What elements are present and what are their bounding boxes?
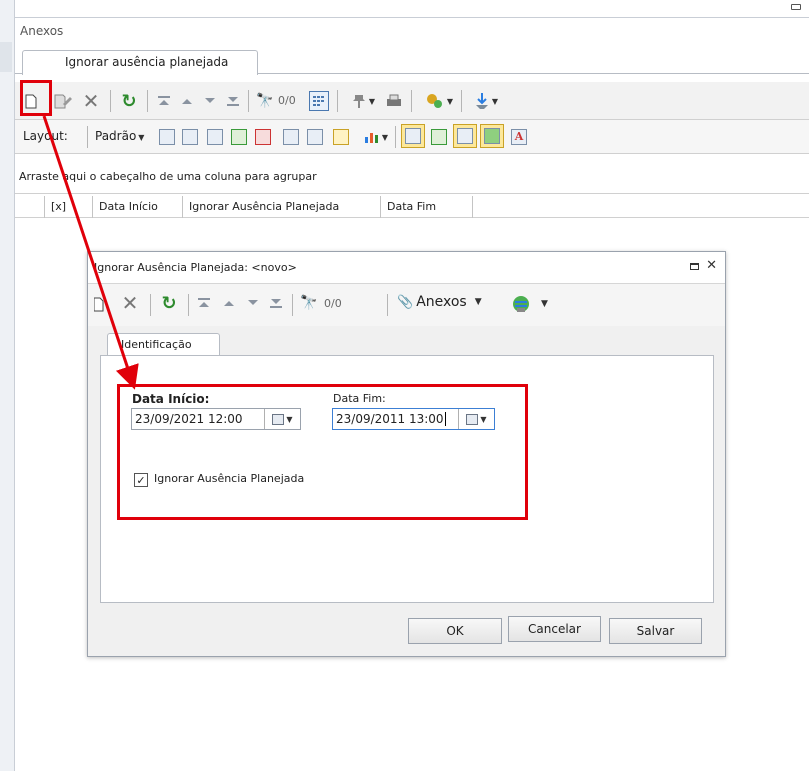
annotation-arrow [42, 115, 139, 390]
